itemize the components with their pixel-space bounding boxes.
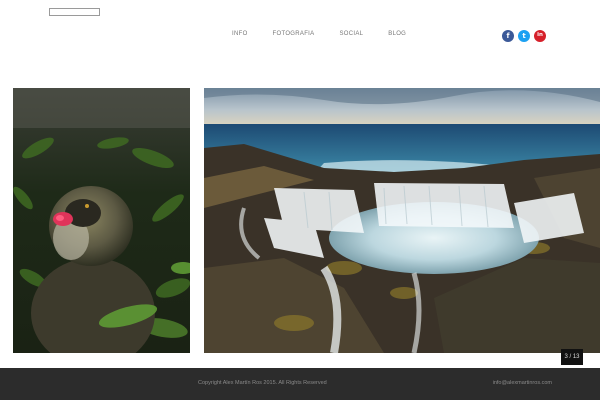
twitter-icon[interactable]: t (518, 30, 530, 42)
gallery-photo-coast[interactable] (204, 88, 600, 353)
social-links: f t in (502, 30, 546, 42)
nav-item-blog[interactable]: BLOG (388, 31, 406, 37)
site-footer: Copyright Alex Martín Ros 2015. All Righ… (0, 368, 600, 400)
facebook-icon[interactable]: f (502, 30, 514, 42)
nav-item-social[interactable]: SOCIAL (339, 31, 363, 37)
site-logo[interactable] (49, 8, 100, 16)
gallery-counter: 3 / 13 (561, 349, 583, 365)
nav-item-fotografia[interactable]: FOTOGRAFIA (273, 31, 315, 37)
contact-email-link[interactable]: info@alexmartinros.com (493, 380, 552, 386)
gallery-photo-mandrill[interactable] (13, 88, 190, 353)
nav-item-info[interactable]: INFO (232, 31, 248, 37)
main-nav: INFO FOTOGRAFIA SOCIAL BLOG (232, 31, 431, 37)
linkedin-icon[interactable]: in (534, 30, 546, 42)
copyright-text: Copyright Alex Martín Ros 2015. All Righ… (198, 380, 327, 386)
